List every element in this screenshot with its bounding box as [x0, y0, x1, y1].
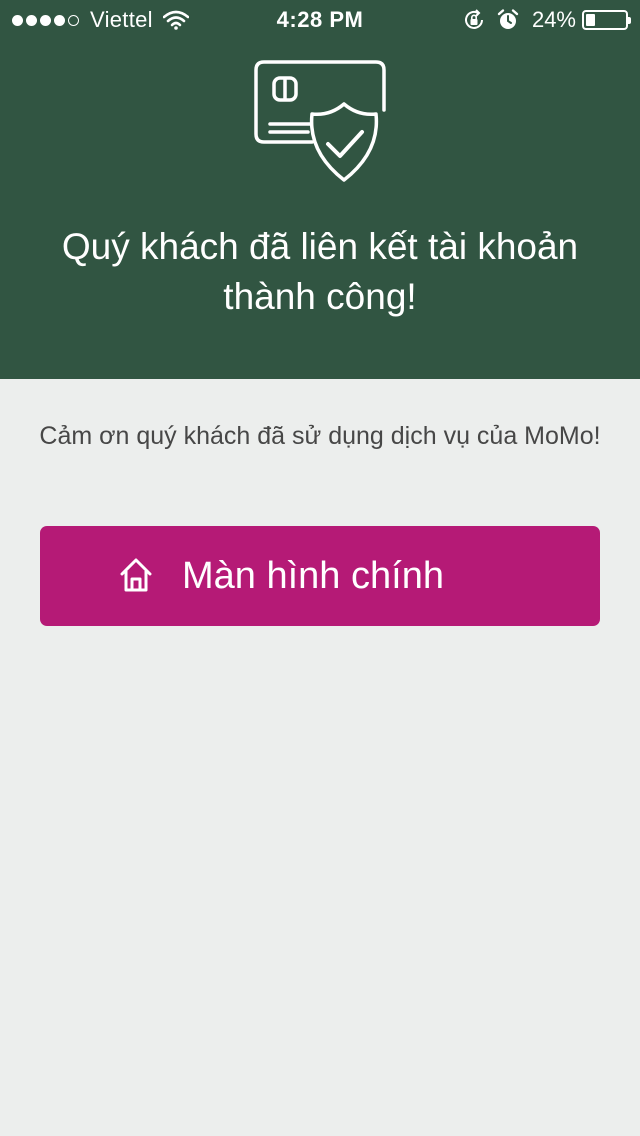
home-screen-button-label: Màn hình chính — [182, 555, 444, 597]
home-icon — [120, 558, 152, 592]
alarm-icon — [497, 9, 519, 29]
status-right: 24% — [452, 7, 631, 33]
success-header: Viettel 4:28 PM 24% Quý khách đã liên kế… — [0, 0, 640, 379]
battery-level-fill — [586, 14, 595, 26]
thank-you-message: Cảm ơn quý khách đã sử dụng dịch vụ của … — [39, 422, 601, 450]
battery-percent: 24% — [531, 7, 576, 32]
status-bar: Viettel 4:28 PM 24% — [0, 0, 640, 40]
home-screen-button[interactable]: Màn hình chính — [40, 526, 600, 626]
rotation-lock-icon — [464, 9, 483, 29]
card-shield-check-icon — [254, 60, 386, 182]
battery-icon — [582, 10, 631, 30]
success-title: Quý khách đã liên kết tài khoản thành cô… — [61, 226, 579, 317]
